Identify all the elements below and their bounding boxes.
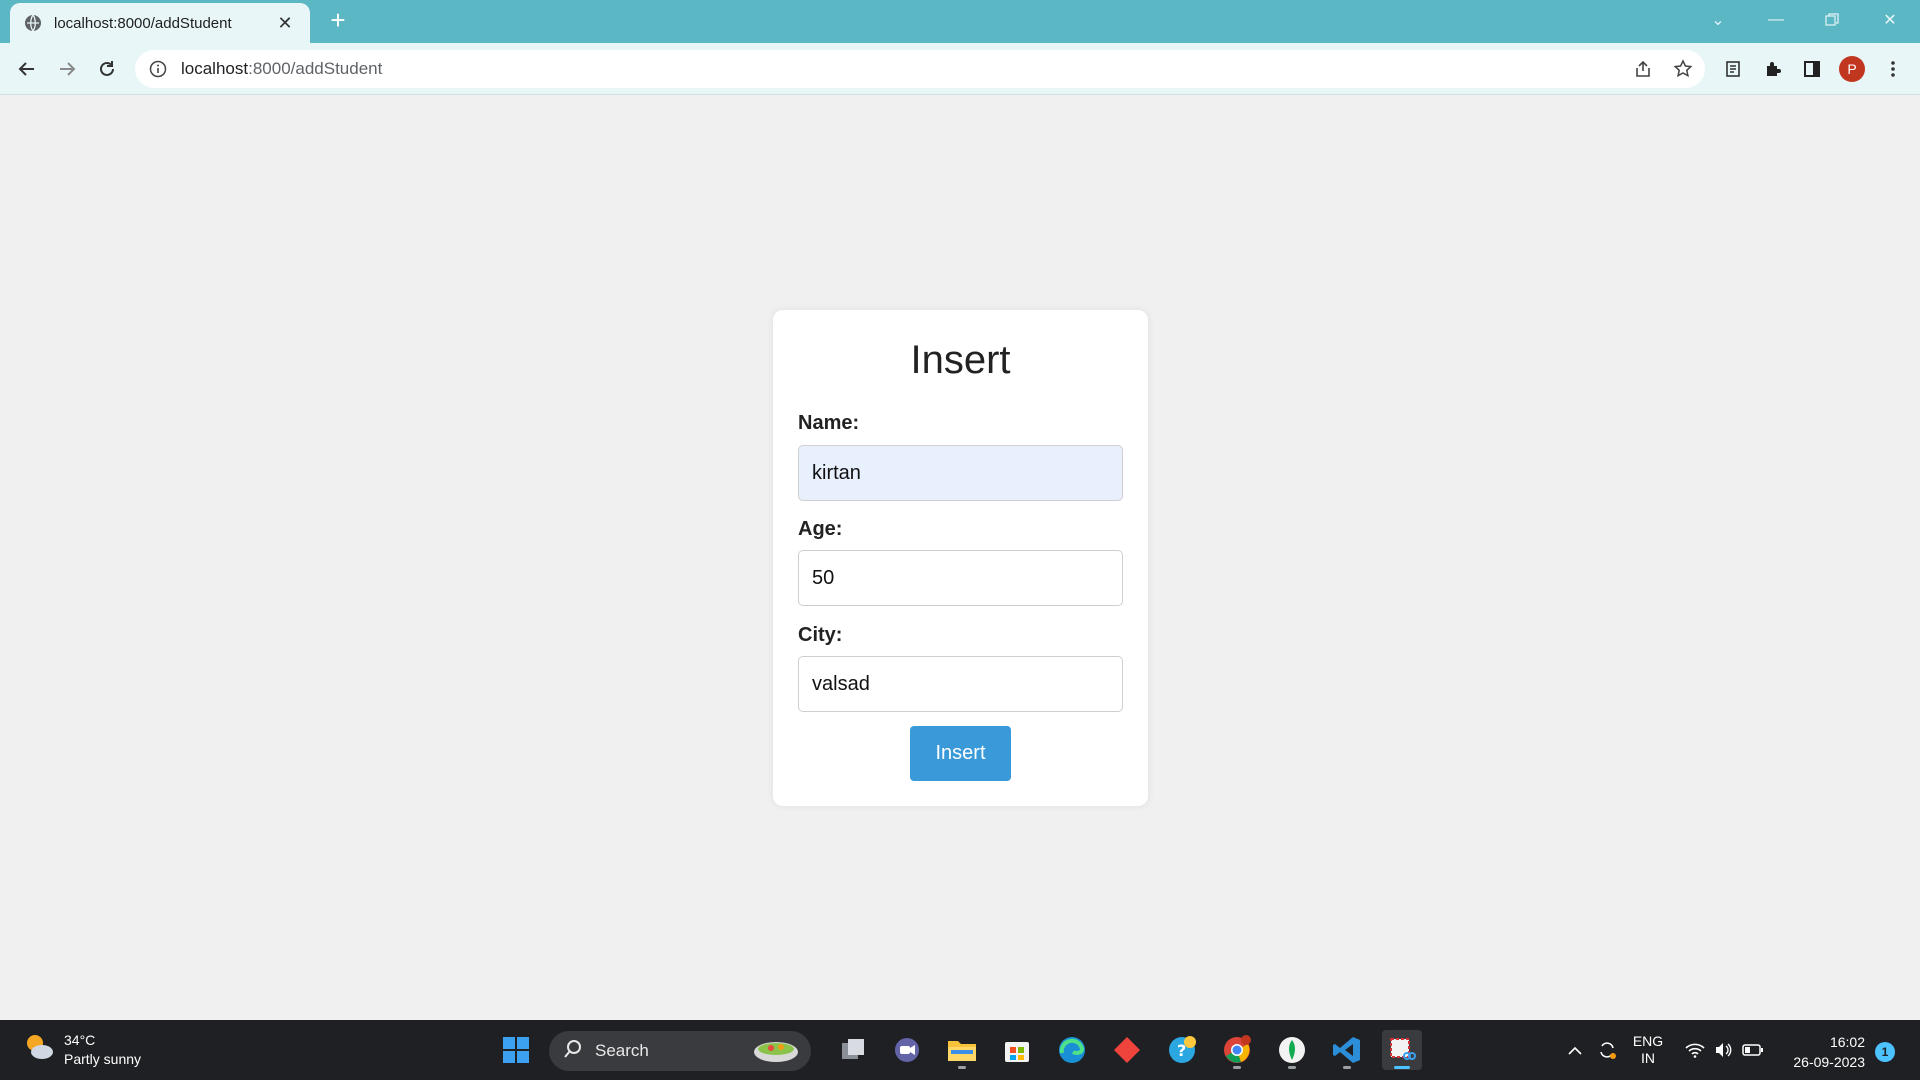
extensions-icon[interactable] xyxy=(1758,54,1788,84)
taskbar: 34°C Partly sunny Search ? ENG IN 16:02 … xyxy=(0,1020,1920,1080)
close-window-button[interactable]: ✕ xyxy=(1862,0,1918,40)
system-clock[interactable]: 16:02 26-09-2023 xyxy=(1775,1032,1865,1072)
back-icon[interactable] xyxy=(11,53,43,85)
reload-icon[interactable] xyxy=(91,53,123,85)
name-label: Name: xyxy=(798,412,860,434)
address-bar[interactable]: localhost:8000/addStudent xyxy=(135,50,1705,88)
search-highlight-icon xyxy=(751,1034,801,1069)
city-label: City: xyxy=(798,624,843,646)
region-code: IN xyxy=(1641,1050,1655,1066)
side-panel-icon[interactable] xyxy=(1797,54,1827,84)
running-indicator xyxy=(958,1066,966,1069)
running-indicator xyxy=(1343,1066,1351,1069)
language-code: ENG xyxy=(1632,1033,1664,1049)
language-indicator[interactable]: ENG IN xyxy=(1628,1030,1668,1070)
volume-icon[interactable] xyxy=(1711,1030,1737,1070)
restore-button[interactable] xyxy=(1804,0,1860,40)
minimize-button[interactable]: — xyxy=(1748,0,1804,40)
battery-icon[interactable] xyxy=(1740,1030,1766,1070)
age-label: Age: xyxy=(798,518,843,540)
mongodb-compass-icon[interactable] xyxy=(1272,1030,1312,1070)
info-icon[interactable] xyxy=(149,60,167,78)
clock-time: 16:02 xyxy=(1829,1034,1865,1050)
notification-badge[interactable]: 1 xyxy=(1875,1042,1895,1062)
microsoft-store-icon[interactable] xyxy=(997,1030,1037,1070)
sync-icon[interactable] xyxy=(1592,1030,1622,1070)
show-hidden-icons-icon[interactable] xyxy=(1562,1030,1588,1070)
tab-search-icon[interactable]: ⌄ xyxy=(1690,0,1746,40)
anydesk-icon[interactable] xyxy=(1107,1030,1147,1070)
name-field[interactable] xyxy=(798,445,1123,501)
clock-date: 26-09-2023 xyxy=(1793,1054,1865,1070)
weather-widget[interactable]: 34°C Partly sunny xyxy=(22,1030,141,1069)
svg-text:?: ? xyxy=(1177,1041,1186,1060)
running-indicator xyxy=(1288,1066,1296,1069)
close-icon[interactable]: ✕ xyxy=(274,13,296,34)
wifi-icon[interactable] xyxy=(1682,1030,1708,1070)
url-text: localhost:8000/addStudent xyxy=(181,59,383,78)
chrome-icon[interactable] xyxy=(1217,1030,1257,1070)
browser-toolbar: localhost:8000/addStudent P xyxy=(0,43,1920,95)
active-indicator xyxy=(1394,1066,1410,1069)
weather-temperature: 34°C xyxy=(64,1031,96,1048)
share-icon[interactable] xyxy=(1628,54,1658,84)
page-title: Insert xyxy=(910,338,1011,382)
partly-sunny-icon xyxy=(22,1030,56,1069)
taskbar-search[interactable]: Search xyxy=(549,1031,811,1071)
insert-form-card: Insert Name: Age: City: Insert xyxy=(773,310,1148,806)
city-field[interactable] xyxy=(798,656,1123,712)
file-explorer-icon[interactable] xyxy=(942,1030,982,1070)
help-app-icon[interactable]: ? xyxy=(1162,1030,1202,1070)
star-icon[interactable] xyxy=(1668,54,1698,84)
insert-button[interactable]: Insert xyxy=(910,726,1011,781)
search-icon xyxy=(563,1039,583,1064)
globe-icon xyxy=(24,14,42,32)
start-icon[interactable] xyxy=(496,1030,536,1070)
tab-title: localhost:8000/addStudent xyxy=(54,14,232,32)
edge-icon[interactable] xyxy=(1052,1030,1092,1070)
vscode-icon[interactable] xyxy=(1327,1030,1367,1070)
forward-icon[interactable] xyxy=(51,53,83,85)
running-indicator xyxy=(1233,1066,1241,1069)
age-field[interactable] xyxy=(798,550,1123,606)
snipping-tool-icon[interactable] xyxy=(1382,1030,1422,1070)
browser-tab[interactable]: localhost:8000/addStudent ✕ xyxy=(10,3,310,43)
new-tab-button[interactable]: + xyxy=(324,6,352,34)
task-view-icon[interactable] xyxy=(833,1030,873,1070)
browser-tab-strip: localhost:8000/addStudent ✕ + ⌄ — ✕ xyxy=(0,0,1920,43)
search-placeholder: Search xyxy=(595,1041,649,1060)
menu-icon[interactable] xyxy=(1878,54,1908,84)
weather-description: Partly sunny xyxy=(64,1050,142,1067)
reading-list-icon[interactable] xyxy=(1718,54,1748,84)
avatar[interactable]: P xyxy=(1839,56,1865,82)
teams-chat-icon[interactable] xyxy=(887,1030,927,1070)
